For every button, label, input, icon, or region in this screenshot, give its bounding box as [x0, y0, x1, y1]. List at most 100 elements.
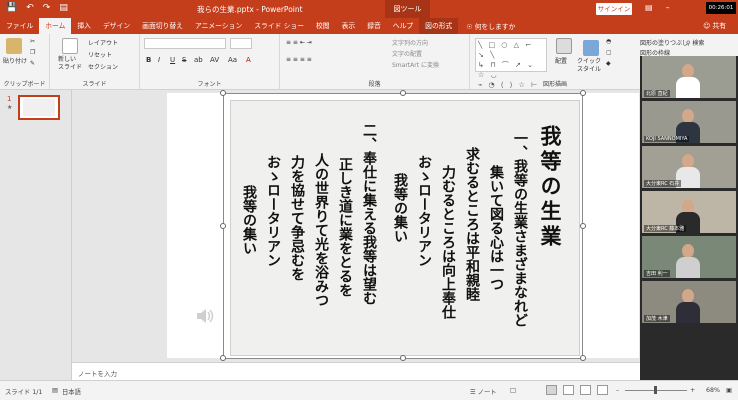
participant-video[interactable]: 加茂 木津 [642, 281, 736, 323]
signin-button[interactable]: サインイン [596, 3, 632, 15]
spacing-button[interactable]: AV [210, 56, 219, 64]
normal-view-button[interactable] [546, 385, 557, 395]
resize-handle[interactable] [580, 223, 586, 229]
slide-thumbnail-pane: 1 ★ [0, 90, 72, 380]
reset-button[interactable]: リセット [88, 50, 112, 59]
tab-view[interactable]: 表示 [336, 18, 362, 34]
font-size-dropdown[interactable] [230, 38, 252, 49]
shape-effect-icon[interactable]: ◆ [606, 60, 611, 67]
resize-handle[interactable] [580, 355, 586, 361]
quick-style-icon[interactable] [583, 40, 599, 56]
tab-record[interactable]: 録音 [361, 18, 387, 34]
paragraph-group-label: 段落 [368, 81, 381, 88]
language-indicator[interactable]: 日本語 [62, 387, 81, 396]
participant-video[interactable]: 吉田 利一 [642, 236, 736, 278]
layout-button[interactable]: レイアウト [88, 38, 118, 47]
slide-sorter-button[interactable] [563, 385, 574, 395]
smartart-button[interactable]: SmartArt に変換 [392, 60, 439, 69]
tab-design[interactable]: デザイン [97, 18, 136, 34]
tab-help[interactable]: ヘルプ [387, 18, 419, 34]
zoom-percent[interactable]: 68% [706, 387, 720, 394]
reading-view-button[interactable] [580, 385, 591, 395]
ribbon-tabs: ファイル ホーム 挿入 デザイン 画面切り替え アニメーション スライド ショー… [0, 18, 738, 34]
tab-picture-format[interactable]: 図の形式 [419, 18, 459, 34]
change-case-button[interactable]: Aa [228, 56, 237, 64]
shapes-gallery[interactable]: ╲ □ ○ △ ⌐ ↘ ╲ ↳ ⊓ ⌒ ↗ ⌄ ☆ ◡ ⌁ ◔ ⟨ ⟩ ☆ ⊢ [475, 38, 547, 89]
shape-outline-icon[interactable]: ▢ [606, 49, 612, 56]
bold-button[interactable]: B [146, 56, 151, 64]
tab-file[interactable]: ファイル [0, 18, 39, 34]
align-icons[interactable]: ≡ ≡ ≡ ≡ [286, 56, 312, 63]
cut-icon[interactable]: ✂ [30, 38, 35, 45]
tab-animations[interactable]: アニメーション [189, 18, 248, 34]
tab-insert[interactable]: 挿入 [71, 18, 97, 34]
section-button[interactable]: セクション [88, 62, 118, 71]
participant-video[interactable]: 北原 直紀 [642, 56, 736, 98]
font-color-button[interactable]: A [246, 56, 251, 64]
resize-handle[interactable] [580, 90, 586, 96]
zoom-out-button[interactable]: – [616, 387, 619, 394]
ribbon: 貼り付け ✂ ❐ ✎ クリップボード 新しい スライド レイアウト リセット セ… [0, 34, 640, 90]
tab-transitions[interactable]: 画面切り替え [136, 18, 189, 34]
share-button[interactable]: ☺ 共有 [703, 18, 726, 34]
powerpoint-window: 💾 ↶ ↷ ▤ 我らの生業.pptx - PowerPoint 図ツール サイン… [0, 0, 738, 400]
window-controls: ▤ – [645, 3, 670, 12]
paste-icon[interactable] [6, 38, 22, 54]
zoom-slider-knob[interactable] [654, 386, 657, 394]
tab-slideshow[interactable]: スライド ショー [248, 18, 310, 34]
copy-icon[interactable]: ❐ [30, 49, 35, 56]
resize-handle[interactable] [220, 90, 226, 96]
bullets-icon[interactable]: ≡ ≡ ⇤ ⇥ [286, 39, 312, 46]
slideshow-view-button[interactable] [597, 385, 608, 395]
speaker-icon[interactable] [194, 305, 216, 327]
participant-video[interactable]: 大分東RC 藤本雅 [642, 191, 736, 233]
tab-review[interactable]: 校閲 [310, 18, 336, 34]
save-icon[interactable]: 💾 [6, 3, 17, 13]
notes-pane[interactable]: ノートを入力 [72, 362, 640, 380]
arrange-icon[interactable] [556, 38, 572, 54]
resize-handle[interactable] [400, 355, 406, 361]
underline-button[interactable]: U [170, 56, 175, 64]
slideshow-icon[interactable]: ▤ [59, 3, 68, 13]
minimize-icon[interactable]: – [666, 3, 670, 12]
search-button[interactable]: ⚲ 検索 [686, 38, 704, 47]
picture-selection-frame [223, 93, 583, 359]
text-direction-button[interactable]: 文字列の方向 [392, 38, 428, 47]
resize-handle[interactable] [220, 223, 226, 229]
resize-handle[interactable] [400, 90, 406, 96]
slide-number: 1 [7, 95, 12, 103]
paragraph-group: ≡ ≡ ⇤ ⇥ ≡ ≡ ≡ ≡ 文字列の方向 文字の配置 SmartArt に変… [280, 34, 470, 90]
recording-timer: 00:26:01 [706, 2, 736, 14]
italic-button[interactable]: I [158, 56, 160, 64]
shape-fill-icon[interactable]: ◓ [606, 38, 611, 45]
tell-me-search[interactable]: ☉ 何をしますか [466, 21, 515, 31]
comments-icon[interactable]: □ [510, 387, 516, 394]
participant-video[interactable]: KOJI SANNOMIYA [642, 101, 736, 143]
arrange-button[interactable]: 配置 [555, 56, 567, 65]
undo-icon[interactable]: ↶ [26, 3, 34, 13]
participant-name: 北原 直紀 [644, 90, 670, 97]
align-text-button[interactable]: 文字の配置 [392, 49, 422, 58]
slides-group: 新しい スライド レイアウト リセット セクション スライド [50, 34, 140, 90]
spellcheck-icon[interactable]: ▤ [52, 387, 58, 394]
zoom-in-button[interactable]: + [690, 387, 695, 394]
paste-button[interactable]: 貼り付け [3, 56, 27, 65]
participant-name: 吉田 利一 [644, 270, 670, 277]
slide-thumbnail[interactable] [18, 95, 60, 120]
redo-icon[interactable]: ↷ [43, 3, 51, 13]
fit-slide-icon[interactable]: ▣ [726, 387, 732, 394]
tab-home[interactable]: ホーム [39, 18, 72, 34]
new-slide-icon[interactable] [62, 38, 78, 54]
ribbon-display-icon[interactable]: ▤ [645, 3, 653, 12]
new-slide-button[interactable]: 新しい スライド [58, 56, 82, 72]
format-painter-icon[interactable]: ✎ [30, 60, 35, 67]
font-name-dropdown[interactable] [144, 38, 226, 49]
participant-video[interactable]: 大分東RC 石井 [642, 146, 736, 188]
strikethrough-button[interactable]: S [182, 56, 186, 64]
shadow-button[interactable]: ab [194, 56, 203, 64]
quick-style-button[interactable]: クイック スタイル [577, 58, 601, 74]
shape-fill-button[interactable]: 図形の塗りつぶし [640, 38, 688, 47]
notes-toggle[interactable]: ☰ ノート [470, 387, 497, 396]
resize-handle[interactable] [220, 355, 226, 361]
slide[interactable]: 我等の生業 一、我等の生業さまざまなれど 集いて図る心は一つ 求むるところは平和… [167, 90, 639, 361]
